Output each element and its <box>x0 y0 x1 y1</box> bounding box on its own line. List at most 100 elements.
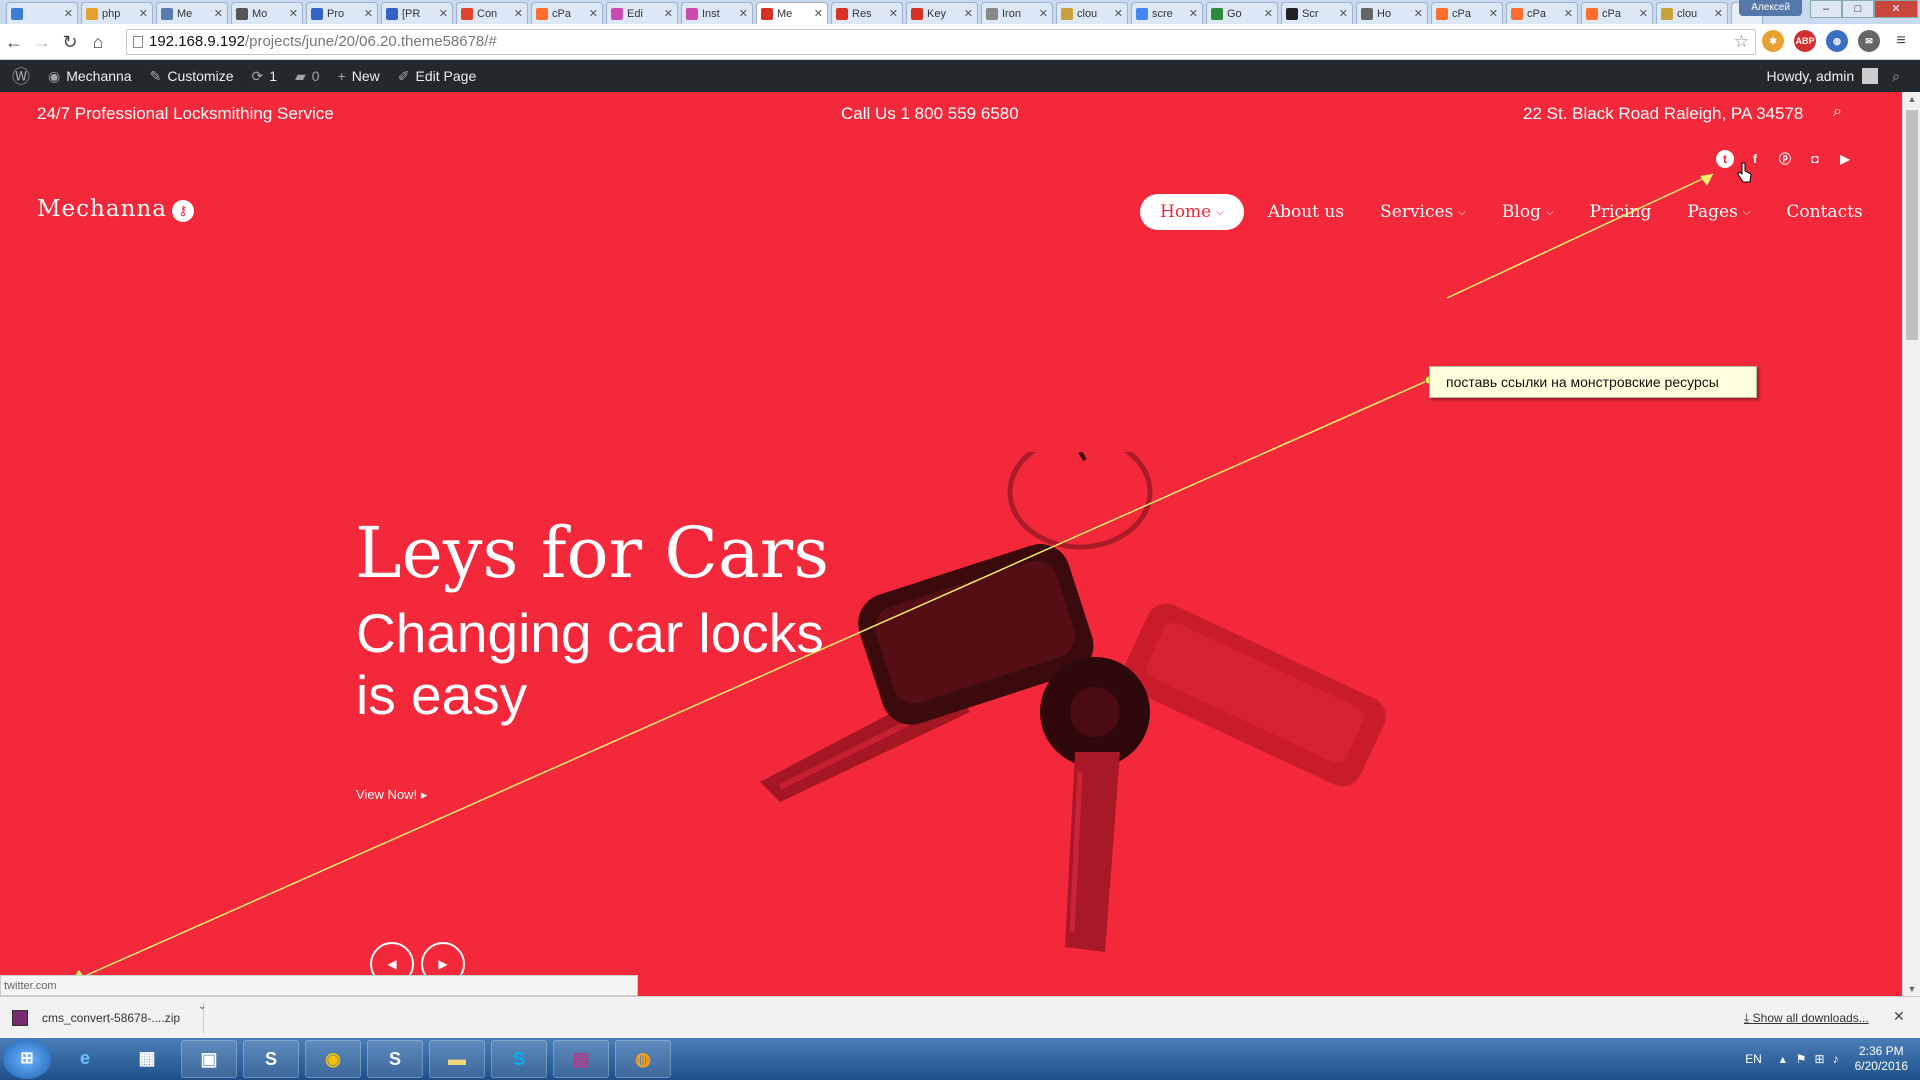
menu-item-about[interactable]: About us <box>1256 194 1356 230</box>
tab-close-icon[interactable]: ✕ <box>1114 7 1123 20</box>
network-icon[interactable]: ⊞ <box>1815 1052 1825 1066</box>
tab-close-icon[interactable]: ✕ <box>664 7 673 20</box>
browser-tab[interactable]: cPa ✕ <box>1431 2 1503 24</box>
menu-item-services[interactable]: Services ⌵ <box>1368 194 1478 230</box>
extension-icon[interactable]: ✱ <box>1762 30 1784 52</box>
forward-button[interactable]: → <box>28 28 56 56</box>
tab-close-icon[interactable]: ✕ <box>214 7 223 20</box>
tab-close-icon[interactable]: ✕ <box>1189 7 1198 20</box>
browser-tab[interactable]: clou ✕ <box>1656 2 1728 24</box>
menu-item-contacts[interactable]: Contacts <box>1774 194 1874 230</box>
browser-tab[interactable]: Scr ✕ <box>1281 2 1353 24</box>
tab-close-icon[interactable]: ✕ <box>439 7 448 20</box>
site-logo[interactable]: Mechanna <box>37 196 167 222</box>
download-caret-icon[interactable]: ⌄ <box>198 1001 206 1012</box>
new-content-link[interactable]: + New <box>338 68 380 84</box>
admin-site-link[interactable]: ◉ Mechanna <box>48 68 132 85</box>
show-all-downloads-link[interactable]: ⤓ Show all downloads... <box>1744 1011 1869 1026</box>
pinterest-icon[interactable]: ⓟ <box>1776 150 1794 168</box>
browser-tab[interactable]: Edi ✕ <box>606 2 678 24</box>
tab-close-icon[interactable]: ✕ <box>1714 7 1723 20</box>
tab-close-icon[interactable]: ✕ <box>1414 7 1423 20</box>
twitter-icon[interactable]: t <box>1716 150 1734 168</box>
browser-tab[interactable]: Go ✕ <box>1206 2 1278 24</box>
winrar-icon[interactable]: ▤ <box>553 1040 609 1078</box>
home-button[interactable]: ⌂ <box>84 28 112 56</box>
menu-item-pricing[interactable]: Pricing <box>1578 194 1664 230</box>
scroll-thumb[interactable] <box>1906 110 1918 340</box>
clock[interactable]: 2:36 PM 6/20/2016 <box>1855 1044 1908 1074</box>
folder-icon[interactable]: ▬ <box>429 1040 485 1078</box>
browser-tab[interactable]: Me ✕ <box>756 2 828 24</box>
tab-close-icon[interactable]: ✕ <box>64 7 73 20</box>
admin-search-icon[interactable]: ⌕ <box>1892 68 1900 85</box>
bookmark-star-icon[interactable]: ☆ <box>1734 30 1749 54</box>
wordpress-logo-icon[interactable]: Ⓦ <box>12 63 30 89</box>
tab-close-icon[interactable]: ✕ <box>1489 7 1498 20</box>
browser-tab[interactable]: Res ✕ <box>831 2 903 24</box>
updates-link[interactable]: ⟳ 1 <box>251 68 277 85</box>
volume-icon[interactable]: ♪ <box>1833 1052 1839 1066</box>
tab-close-icon[interactable]: ✕ <box>589 7 598 20</box>
menu-icon[interactable]: ≡ <box>1890 30 1912 52</box>
tab-close-icon[interactable]: ✕ <box>889 7 898 20</box>
browser-tab[interactable]: Key ✕ <box>906 2 978 24</box>
chrome-icon[interactable]: ◉ <box>305 1040 361 1078</box>
youtube-icon[interactable]: ▶ <box>1836 150 1854 168</box>
tab-close-icon[interactable]: ✕ <box>1564 7 1573 20</box>
mail-icon[interactable]: ✉ <box>1858 30 1880 52</box>
back-button[interactable]: ← <box>0 28 28 56</box>
close-window-button[interactable]: ✕ <box>1874 0 1918 18</box>
howdy-user[interactable]: Howdy, admin <box>1766 68 1854 84</box>
browser-tab[interactable]: cPa ✕ <box>1506 2 1578 24</box>
browser-tab[interactable]: [PR ✕ <box>381 2 453 24</box>
tab-close-icon[interactable]: ✕ <box>514 7 523 20</box>
browser-tab[interactable]: cPa ✕ <box>1581 2 1653 24</box>
browser-tab[interactable]: Me ✕ <box>156 2 228 24</box>
browser-tab[interactable]: Inst ✕ <box>681 2 753 24</box>
menu-item-blog[interactable]: Blog ⌵ <box>1490 194 1566 230</box>
tab-close-icon[interactable]: ✕ <box>1639 7 1648 20</box>
avatar[interactable] <box>1862 68 1879 84</box>
sublime-icon[interactable]: S <box>367 1040 423 1078</box>
save-disk-icon[interactable]: ▣ <box>181 1040 237 1078</box>
tab-close-icon[interactable]: ✕ <box>364 7 373 20</box>
close-downloads-icon[interactable]: ✕ <box>1893 1008 1905 1025</box>
calculator-icon[interactable]: ▦ <box>119 1040 175 1078</box>
browser-tab[interactable]: cPa ✕ <box>531 2 603 24</box>
language-indicator[interactable]: EN <box>1745 1052 1762 1066</box>
browser-tab[interactable]: ✕ <box>6 2 78 24</box>
minimize-button[interactable]: – <box>1810 0 1842 18</box>
maximize-button[interactable]: □ <box>1842 0 1874 18</box>
tab-close-icon[interactable]: ✕ <box>739 7 748 20</box>
screenshot-tool-icon[interactable]: ◍ <box>615 1040 671 1078</box>
tab-close-icon[interactable]: ✕ <box>814 7 823 20</box>
start-button[interactable]: ⊞ <box>3 1039 51 1079</box>
app-s-icon[interactable]: S <box>243 1040 299 1078</box>
address-bar[interactable]: 192.168.9.192/projects/june/20/06.20.the… <box>126 29 1756 55</box>
tab-close-icon[interactable]: ✕ <box>289 7 298 20</box>
browser-tab[interactable]: php ✕ <box>81 2 153 24</box>
browser-tab[interactable]: Iron ✕ <box>981 2 1053 24</box>
browser-tab[interactable]: Ho ✕ <box>1356 2 1428 24</box>
tab-close-icon[interactable]: ✕ <box>139 7 148 20</box>
instagram-icon[interactable]: ◘ <box>1806 150 1824 168</box>
menu-item-pages[interactable]: Pages ⌵ <box>1675 194 1762 230</box>
skype-icon[interactable]: S <box>491 1040 547 1078</box>
browser-tab[interactable]: Pro ✕ <box>306 2 378 24</box>
browser-tab[interactable]: clou ✕ <box>1056 2 1128 24</box>
reload-button[interactable]: ↻ <box>56 28 84 56</box>
flag-icon[interactable]: ⚑ <box>1796 1052 1807 1066</box>
tab-close-icon[interactable]: ✕ <box>1039 7 1048 20</box>
comments-link[interactable]: ▰ 0 <box>295 68 320 85</box>
browser-tab[interactable]: scre ✕ <box>1131 2 1203 24</box>
menu-item-home[interactable]: Home ⌵ <box>1140 194 1244 230</box>
edit-page-link[interactable]: ✐ Edit Page <box>398 68 476 85</box>
customize-link[interactable]: ✎ Customize <box>150 68 234 85</box>
tab-close-icon[interactable]: ✕ <box>964 7 973 20</box>
download-item[interactable]: cms_convert-58678-....zip <box>4 1003 204 1033</box>
browser-tab[interactable]: Mo ✕ <box>231 2 303 24</box>
ie-icon[interactable]: e <box>57 1040 113 1078</box>
scroll-down-icon[interactable]: ▼ <box>1903 984 1920 994</box>
tab-close-icon[interactable]: ✕ <box>1339 7 1348 20</box>
